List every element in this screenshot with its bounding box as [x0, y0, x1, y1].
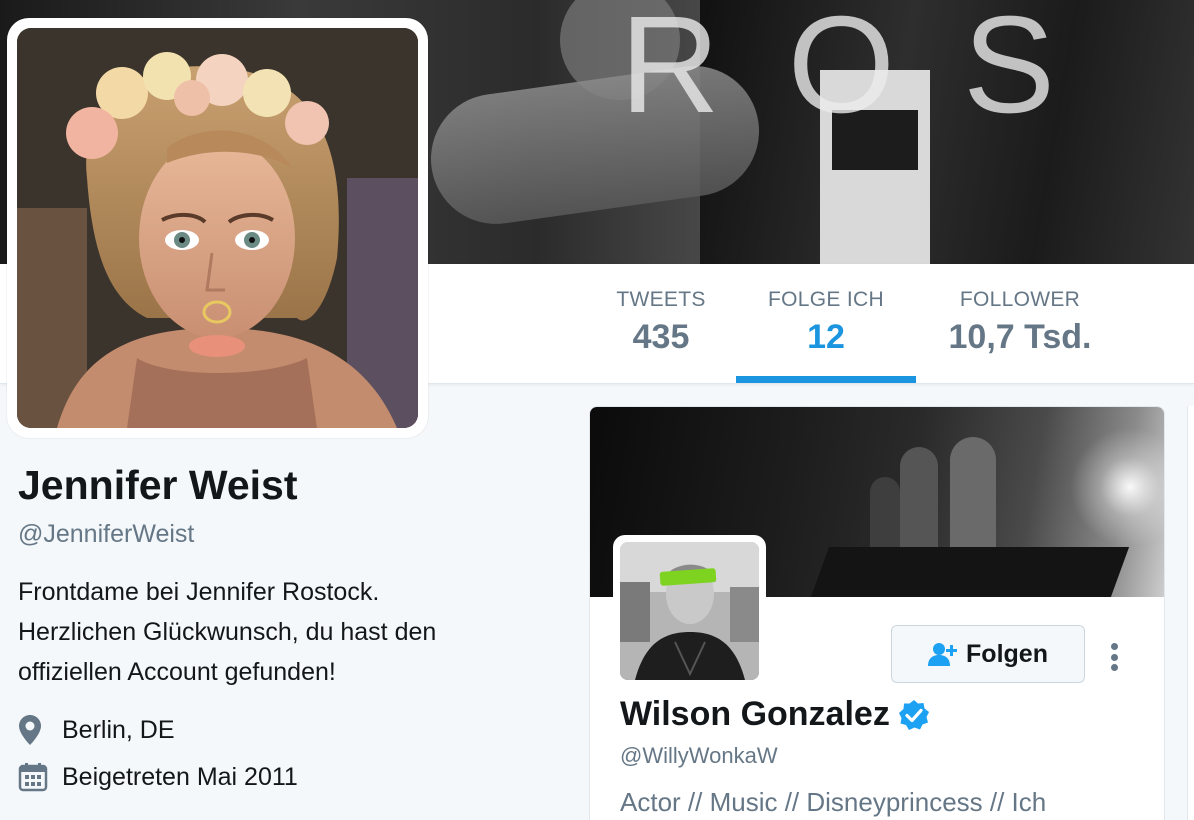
profile-photo	[17, 28, 418, 428]
card-user-name[interactable]: Wilson Gonzalez	[620, 695, 930, 734]
next-card-edge	[1187, 406, 1194, 820]
active-tab-indicator	[736, 376, 916, 383]
follow-button-label: Folgen	[966, 639, 1048, 668]
profile-avatar[interactable]	[7, 18, 428, 438]
card-user-name-text: Wilson Gonzalez	[620, 695, 890, 733]
nav-following-label: FOLGE ICH	[768, 288, 884, 311]
add-user-icon	[928, 641, 958, 667]
profile-photo-illustration	[17, 28, 418, 428]
card-user-handle[interactable]: @WillyWonkaW	[620, 743, 778, 769]
verified-badge-icon	[898, 699, 930, 731]
nav-tweets-count: 435	[632, 318, 690, 356]
nav-tweets-label: TWEETS	[616, 288, 706, 311]
calendar-icon	[18, 758, 52, 796]
follow-button[interactable]: Folgen	[891, 625, 1085, 683]
card-user-bio: Actor // Music // Disneyprincess // Ich	[620, 787, 1047, 817]
nav-following[interactable]: FOLGE ICH 12	[736, 288, 916, 357]
card-avatar[interactable]	[613, 535, 766, 687]
nav-followers-label: FOLLOWER	[959, 288, 1081, 311]
profile-handle[interactable]: @JenniferWeist	[18, 520, 194, 549]
nav-followers-count: 10,7 Tsd.	[948, 318, 1092, 356]
nav-followers[interactable]: FOLLOWER 10,7 Tsd.	[930, 288, 1110, 357]
location-pin-icon	[18, 711, 52, 749]
profile-location: Berlin, DE	[18, 711, 175, 749]
nav-tweets[interactable]: TWEETS 435	[600, 288, 722, 357]
nav-following-count: 12	[807, 318, 845, 356]
profile-joined-text: Beigetreten Mai 2011	[62, 762, 298, 791]
profile-name[interactable]: Jennifer Weist	[18, 462, 298, 509]
more-vertical-icon[interactable]	[1100, 637, 1128, 677]
card-avatar-photo	[620, 542, 759, 680]
profile-bio: Frontdame bei Jennifer Rostock. Herzlich…	[18, 578, 437, 686]
banner-text: ROS	[620, 0, 1124, 142]
suggested-user-card[interactable]: Folgen Wilson Gonzalez @WillyWonkaW Acto…	[589, 406, 1165, 820]
profile-location-text: Berlin, DE	[62, 715, 175, 744]
profile-joined: Beigetreten Mai 2011	[18, 758, 298, 796]
